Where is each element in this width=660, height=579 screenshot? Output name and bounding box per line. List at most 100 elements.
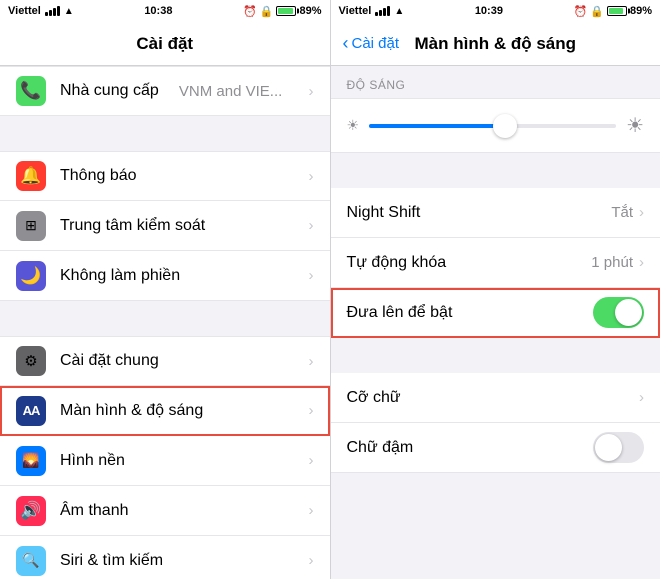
nightshift-value: Tắt [611,204,633,221]
font-size-label: Cỡ chữ [347,389,640,407]
back-button[interactable]: ‹ Cài đặt [343,33,400,54]
sound-icon: 🔊 [16,496,46,526]
back-label: Cài đặt [352,35,400,52]
right-item-font-size[interactable]: Cỡ chữ › [331,373,660,423]
notifications-item-text: Thông báo › [60,167,314,185]
wifi-icon-left: ▲ [64,6,74,17]
signal-bars-left [45,6,60,16]
left-page-title: Cài đặt [136,34,193,54]
time-right: 10:39 [475,5,503,17]
notifications-chevron: › [309,168,314,185]
settings-item-carrier[interactable]: 📞 Nhà cung cấp VNM and VIE... › [0,66,330,116]
general-item-text: Cài đặt chung › [60,352,314,370]
carrier-chevron: › [308,83,313,100]
carrier-icon: 📞 [16,76,46,106]
wifi-icon-right: ▲ [394,6,404,17]
back-chevron-icon: ‹ [343,33,349,54]
sound-chevron: › [309,502,314,519]
carrier-right: Viettel [339,5,372,17]
display-chevron: › [309,402,314,419]
toggle-knob [615,299,642,326]
nightshift-label: Night Shift [347,204,612,222]
left-status-right: ⏰ 🔒 89% [243,5,321,18]
spacer-1 [331,153,660,188]
sound-item-text: Âm thanh › [60,502,314,520]
time-left: 10:38 [144,5,172,17]
left-status-left: Viettel ▲ [8,5,74,17]
siri-icon: 🔍 [16,546,46,576]
sun-large-icon: ☀ [626,113,644,138]
brightness-slider[interactable] [369,124,616,128]
battery-right [607,6,627,16]
bold-text-label: Chữ đậm [347,439,594,457]
right-nav-bar: ‹ Cài đặt Màn hình & độ sáng [331,22,660,66]
nightshift-chevron: › [639,204,644,221]
brightness-fill [369,124,505,128]
settings-item-general[interactable]: ⚙ Cài đặt chung › [0,336,330,386]
battery-left [276,6,296,16]
left-nav-bar: Cài đặt [0,22,330,66]
brightness-thumb[interactable] [493,114,517,138]
settings-item-dnd[interactable]: 🌙 Không làm phiền › [0,251,330,301]
left-content: 📞 Nhà cung cấp VNM and VIE... › 🔔 Thông … [0,66,330,579]
signal-bars-right [375,6,390,16]
right-item-raise-to-wake[interactable]: Đưa lên để bật [331,288,660,338]
dnd-label: Không làm phiền [60,267,180,285]
right-item-nightshift[interactable]: Night Shift Tắt › [331,188,660,238]
display-label: Màn hình & độ sáng [60,402,203,420]
notifications-icon: 🔔 [16,161,46,191]
siri-item-text: Siri & tìm kiếm › [60,552,314,570]
settings-item-sound[interactable]: 🔊 Âm thanh › [0,486,330,536]
autolock-chevron: › [639,254,644,271]
settings-item-wallpaper[interactable]: 🌄 Hình nền › [0,436,330,486]
left-phone: Viettel ▲ 10:38 ⏰ 🔒 89% Cài đặt 📞 [0,0,330,579]
settings-item-display[interactable]: AA Màn hình & độ sáng › [0,386,330,436]
bold-toggle-knob [595,434,622,461]
left-status-bar: Viettel ▲ 10:38 ⏰ 🔒 89% [0,0,330,22]
wallpaper-label: Hình nền [60,452,125,470]
autolock-value: 1 phút [591,254,633,271]
raise-to-wake-toggle[interactable] [593,297,644,328]
settings-group-3: ⚙ Cài đặt chung › AA Màn hình & độ sáng … [0,336,330,579]
font-size-chevron: › [639,389,644,406]
sound-label: Âm thanh [60,502,128,520]
settings-group-2: 🔔 Thông báo › ⊞ Trung tâm kiểm soát › 🌙 … [0,151,330,301]
alarm-icon-left: ⏰ [243,5,257,18]
general-icon: ⚙ [16,346,46,376]
right-item-autolock[interactable]: Tự động khóa 1 phút › [331,238,660,288]
lock-icon-left: 🔒 [260,5,274,18]
sun-small-icon: ☀ [347,117,360,134]
bold-text-toggle[interactable] [593,432,644,463]
settings-item-control-center[interactable]: ⊞ Trung tâm kiểm soát › [0,201,330,251]
right-item-bold-text[interactable]: Chữ đậm [331,423,660,473]
carrier-value: VNM and VIE... [179,83,282,100]
notifications-label: Thông báo [60,167,137,185]
settings-group-1: 📞 Nhà cung cấp VNM and VIE... › [0,66,330,116]
wallpaper-item-text: Hình nền › [60,452,314,470]
right-status-bar: Viettel ▲ 10:39 ⏰ 🔒 89% [331,0,660,22]
carrier-label: Nhà cung cấp [60,82,159,100]
siri-chevron: › [309,552,314,569]
brightness-section-header: ĐỘ SÁNG [331,66,660,98]
right-page-title: Màn hình & độ sáng [415,34,577,54]
autolock-label: Tự động khóa [347,254,592,272]
general-chevron: › [309,353,314,370]
right-status-left: Viettel ▲ [339,5,405,17]
control-center-chevron: › [309,217,314,234]
right-status-right: ⏰ 🔒 89% [574,5,652,18]
dnd-chevron: › [309,267,314,284]
dnd-icon: 🌙 [16,261,46,291]
settings-item-notifications[interactable]: 🔔 Thông báo › [0,151,330,201]
general-label: Cài đặt chung [60,352,159,370]
control-center-icon: ⊞ [16,211,46,241]
battery-pct-left: 89% [299,5,321,17]
carrier-item-text: Nhà cung cấp VNM and VIE... › [60,82,314,100]
battery-pct-right: 89% [630,5,652,17]
alarm-icon-right: ⏰ [574,5,588,18]
dnd-item-text: Không làm phiền › [60,267,314,285]
control-center-label: Trung tâm kiểm soát [60,217,205,235]
spacer-2 [331,338,660,373]
wallpaper-icon: 🌄 [16,446,46,476]
settings-item-siri[interactable]: 🔍 Siri & tìm kiếm › [0,536,330,579]
display-item-text: Màn hình & độ sáng › [60,402,314,420]
